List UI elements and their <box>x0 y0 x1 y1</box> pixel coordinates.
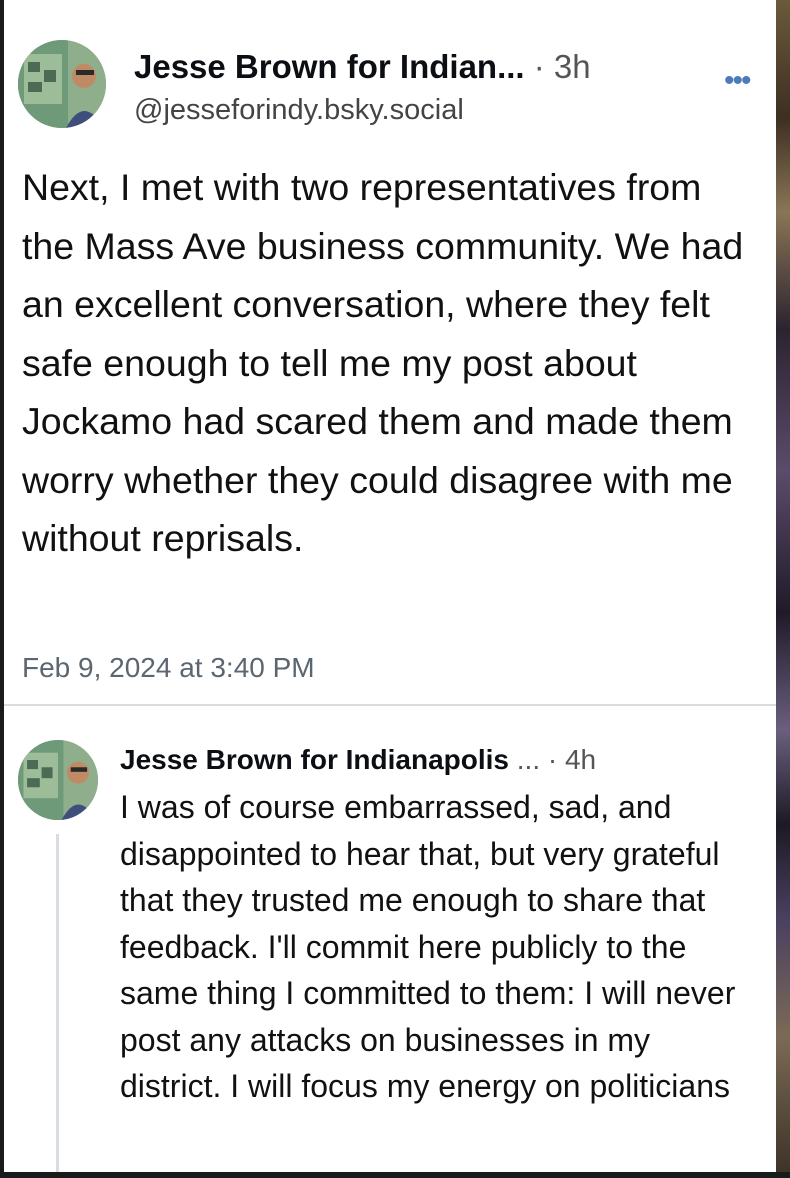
display-name[interactable]: Jesse Brown for Indian... <box>134 48 525 85</box>
divider <box>4 704 776 706</box>
left-edge-border <box>0 0 4 1178</box>
avatar-image <box>18 40 106 128</box>
avatar[interactable] <box>18 40 106 128</box>
avatar-image <box>18 740 98 820</box>
bottom-edge-border <box>0 1172 790 1178</box>
reply-header: Jesse Brown for Indianapolis ... · 4h <box>120 744 596 776</box>
post-text: Next, I met with two representatives fro… <box>22 166 744 559</box>
reply-avatar[interactable] <box>18 740 98 820</box>
background-video-strip <box>776 0 790 1178</box>
thread-line <box>56 834 59 1174</box>
more-options-button[interactable]: ••• <box>724 64 751 98</box>
reply-display-name[interactable]: Jesse Brown for Indianapolis <box>120 744 509 775</box>
user-handle[interactable]: @jesseforindy.bsky.social <box>134 94 464 127</box>
reply-age: ... · 4h <box>508 744 597 775</box>
post-timestamp[interactable]: Feb 9, 2024 at 3:40 PM <box>22 652 315 684</box>
post-age: · 3h <box>533 48 591 85</box>
post-header: Jesse Brown for Indian... · 3h <box>134 48 591 86</box>
reply-text: I was of course embarrassed, sad, and di… <box>120 789 736 1104</box>
ellipsis-icon: ••• <box>724 64 751 97</box>
